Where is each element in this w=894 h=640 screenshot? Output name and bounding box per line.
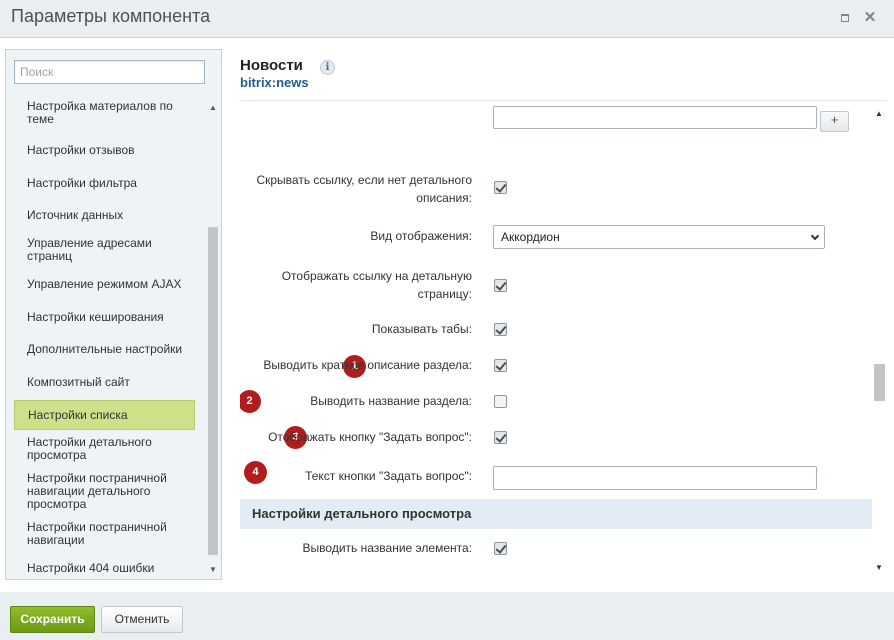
partial-text-input[interactable]	[493, 106, 817, 129]
sidebar-item-detail-view[interactable]: Настройки детального просмотра	[14, 436, 195, 462]
maximize-button[interactable]	[836, 9, 854, 27]
hide-link-checkbox[interactable]	[494, 181, 507, 194]
sidebar-item-additional[interactable]: Дополнительные настройки	[14, 343, 195, 356]
show-element-name-checkbox[interactable]	[494, 542, 507, 555]
title-bar: Параметры компонента ✕	[0, 0, 894, 38]
sidebar-item-reviews[interactable]: Настройки отзывов	[14, 144, 195, 157]
step-badge-4: 4	[244, 461, 267, 484]
sidebar-item-data-source[interactable]: Источник данных	[14, 209, 195, 222]
window-title: Параметры компонента	[11, 6, 211, 26]
view-mode-label: Вид отображения:	[370, 229, 472, 243]
section-description-checkbox[interactable]	[494, 359, 507, 372]
sidebar-item-caching[interactable]: Настройки кеширования	[14, 311, 195, 324]
ask-question-button-checkbox[interactable]	[494, 431, 507, 444]
sidebar-scrollbar[interactable]: ▲ ▼	[206, 97, 219, 577]
sidebar-item-detail-pagination[interactable]: Настройки постраничной навигации детальн…	[14, 472, 195, 511]
detail-section-header: Настройки детального просмотра	[240, 499, 872, 529]
sidebar-item-pagination[interactable]: Настройки постраничной навигации	[14, 521, 195, 547]
sidebar-item-404[interactable]: Настройки 404 ошибки	[14, 562, 195, 575]
sidebar-item-label: Настройки списка	[28, 407, 128, 422]
step-badge-2: 2	[240, 390, 261, 413]
sidebar: Настройка материалов по теме Настройки о…	[5, 49, 222, 580]
sidebar-item-ajax[interactable]: Управление режимом AJAX	[14, 278, 195, 291]
close-button[interactable]: ✕	[861, 9, 879, 27]
view-mode-select[interactable]: Аккордион	[493, 225, 825, 249]
add-value-button[interactable]: +	[820, 111, 849, 132]
sidebar-item-composite[interactable]: Композитный сайт	[14, 376, 195, 389]
maximize-icon	[841, 14, 849, 22]
sidebar-item-page-addresses[interactable]: Управление адресами страниц	[14, 237, 195, 263]
sidebar-item-filter[interactable]: Настройки фильтра	[14, 177, 195, 190]
component-title: Новости	[240, 57, 303, 74]
dialog-content: Настройка материалов по теме Настройки о…	[0, 38, 894, 592]
main-panel: Новости i bitrix:news + Скрывать ссылку,…	[240, 38, 887, 592]
info-icon[interactable]: i	[320, 60, 335, 75]
sidebar-item-list-settings[interactable]: Настройки списка	[14, 400, 195, 430]
ask-question-text-label: Текст кнопки "Задать вопрос":	[305, 469, 472, 483]
section-name-checkbox[interactable]	[494, 395, 507, 408]
main-scroll-thumb[interactable]	[874, 364, 885, 401]
close-icon: ✕	[863, 9, 877, 26]
sidebar-scroll-thumb[interactable]	[208, 227, 218, 555]
sidebar-list: Настройка материалов по теме Настройки о…	[6, 97, 204, 577]
cancel-button[interactable]: Отменить	[101, 606, 183, 633]
section-name-label: Выводить название раздела:	[310, 394, 472, 408]
search-input[interactable]	[14, 60, 205, 84]
main-scrollbar[interactable]: ▲ ▼	[872, 101, 887, 578]
save-button[interactable]: Сохранить	[10, 606, 95, 633]
scroll-down-icon[interactable]: ▼	[209, 565, 217, 574]
scroll-down-icon[interactable]: ▼	[875, 563, 883, 572]
show-detail-link-checkbox[interactable]	[494, 279, 507, 292]
show-tabs-label: Показывать табы:	[371, 322, 472, 336]
view-mode-value: Аккордион	[501, 230, 560, 244]
hide-link-label: Скрывать ссылку, если нет детального опи…	[256, 173, 472, 205]
show-element-name-label: Выводить название элемента:	[302, 541, 472, 555]
dialog-footer: Сохранить Отменить	[0, 592, 894, 640]
section-description-label: Выводить краткое описание раздела:	[263, 358, 472, 372]
ask-question-text-input[interactable]	[493, 466, 817, 490]
sidebar-item-related-materials[interactable]: Настройка материалов по теме	[14, 100, 195, 126]
scroll-up-icon[interactable]: ▲	[875, 109, 883, 118]
component-code: bitrix:news	[240, 75, 309, 90]
chevron-down-icon	[810, 231, 820, 241]
ask-question-button-label: Отображать кнопку "Задать вопрос":	[268, 430, 472, 444]
show-tabs-checkbox[interactable]	[494, 323, 507, 336]
show-detail-link-label: Отображать ссылку на детальную страницу:	[281, 269, 472, 301]
scroll-up-icon[interactable]: ▲	[209, 103, 217, 112]
settings-form: + Скрывать ссылку, если нет детального о…	[240, 101, 872, 578]
